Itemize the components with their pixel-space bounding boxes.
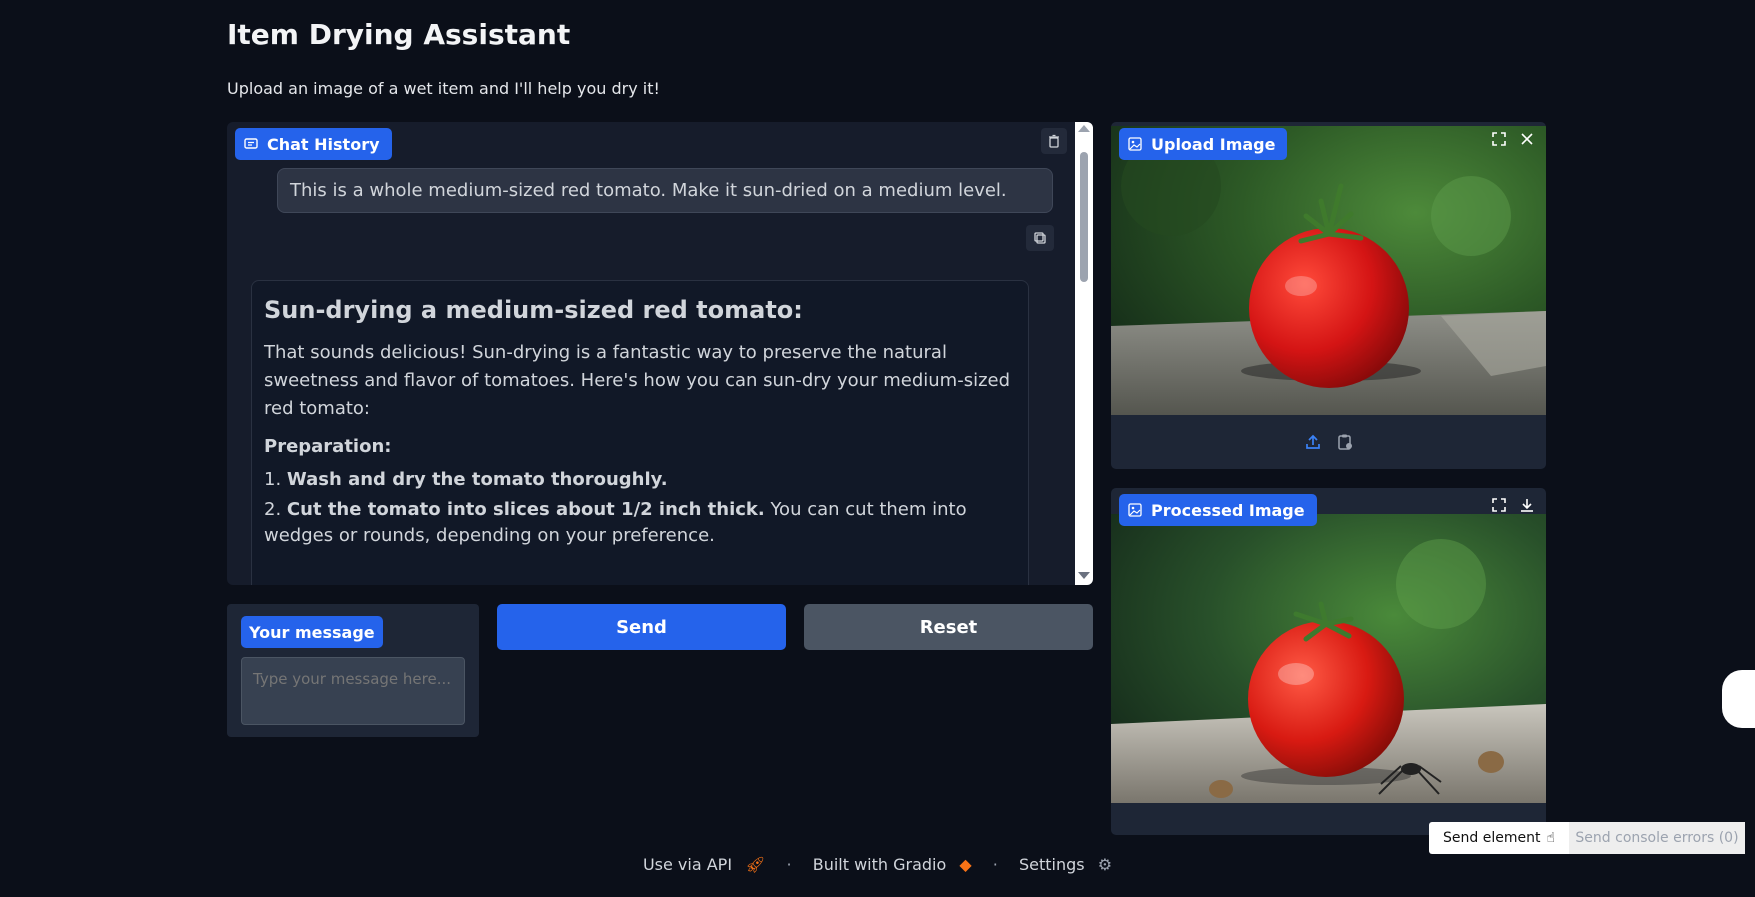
list-number: 2. [264,499,282,520]
close-icon [1521,133,1533,145]
upload-tools [1111,422,1546,462]
send-console-errors-button[interactable]: Send console errors (0) [1569,822,1745,854]
processed-image-label: Processed Image [1119,494,1317,526]
upload-image-label-text: Upload Image [1151,134,1276,154]
bot-heading: Sun-drying a medium-sized red tomato: [264,296,803,324]
processed-image-label-text: Processed Image [1151,500,1305,520]
clipboard-icon[interactable] [1336,433,1354,451]
pointer-icon: ☝ [1546,830,1555,846]
api-link-text: Use via API [642,855,733,874]
fullscreen-icon [1492,132,1506,146]
bot-intro: That sounds delicious! Sun-drying is a f… [264,342,1011,419]
scroll-thumb[interactable] [1080,152,1088,282]
image-icon [1128,503,1142,517]
upload-image-label: Upload Image [1119,128,1288,160]
rocket-icon: 🚀︎ [745,855,766,874]
chat-history-label-text: Chat History [267,134,380,154]
copy-message-button[interactable] [1026,225,1054,251]
processed-tomato-image [1111,514,1546,803]
uploaded-tomato-image [1111,126,1546,415]
built-with-text: Built with Gradio [812,855,947,874]
user-message: This is a whole medium-sized red tomato.… [277,168,1053,213]
chatbot-panel: Chat History This is a whole medium-size… [227,122,1093,585]
copy-icon [1034,232,1046,244]
fullscreen-button[interactable] [1488,494,1510,516]
scroll-down-icon[interactable] [1078,572,1090,579]
list-number: 1. [264,469,282,490]
trash-icon [1049,134,1059,148]
upload-image-panel: Upload Image [1111,122,1546,469]
gradio-logo-icon: ◆ [959,855,972,874]
fullscreen-icon [1492,498,1506,512]
send-element-button[interactable]: Send element ☝ [1429,822,1569,854]
processed-image-controls [1488,494,1538,516]
send-element-label: Send element [1443,830,1541,846]
processed-image-panel: Processed Image [1111,488,1546,835]
list-item: 1. Wash and dry the tomato thoroughly. [264,467,1016,493]
upload-icon[interactable] [1304,433,1322,451]
chat-history-label: Chat History [235,128,392,160]
upload-image-controls [1488,128,1538,150]
message-panel: Your message [227,604,479,737]
devtools-overlay: Send element ☝ Send console errors (0) [1429,822,1745,854]
footer-separator: · [992,855,998,874]
download-button[interactable] [1516,494,1538,516]
message-input[interactable] [241,657,465,725]
chat-icon [244,138,258,149]
send-button[interactable]: Send [497,604,786,650]
settings-link[interactable]: Settings ⚙ [1015,855,1116,874]
your-message-label: Your message [241,616,383,648]
clear-image-button[interactable] [1516,128,1538,150]
list-item-bold: Wash and dry the tomato thoroughly. [286,469,668,490]
scroll-up-icon[interactable] [1078,125,1090,132]
side-widget[interactable] [1722,670,1755,728]
list-item: 2. Cut the tomato into slices about 1/2 … [264,497,1016,549]
clear-chat-button[interactable] [1041,128,1067,154]
preparation-heading: Preparation: [264,436,392,457]
list-item-bold: Cut the tomato into slices about 1/2 inc… [286,499,765,520]
footer-separator: · [786,855,792,874]
settings-text: Settings [1018,855,1085,874]
use-via-api-link[interactable]: Use via API 🚀︎ [639,855,770,874]
image-icon [1128,137,1142,151]
download-icon [1521,499,1533,512]
page-title: Item Drying Assistant [227,18,571,51]
bot-message: Sun-drying a medium-sized red tomato: Th… [251,280,1029,585]
footer: Use via API 🚀︎ · Built with Gradio ◆ · S… [0,855,1755,874]
gear-icon: ⚙ [1097,855,1113,874]
chat-scrollbar[interactable] [1075,122,1093,585]
built-with-gradio-link[interactable]: Built with Gradio ◆ [809,855,976,874]
reset-button[interactable]: Reset [804,604,1093,650]
fullscreen-button[interactable] [1488,128,1510,150]
page-subtitle: Upload an image of a wet item and I'll h… [227,79,660,98]
